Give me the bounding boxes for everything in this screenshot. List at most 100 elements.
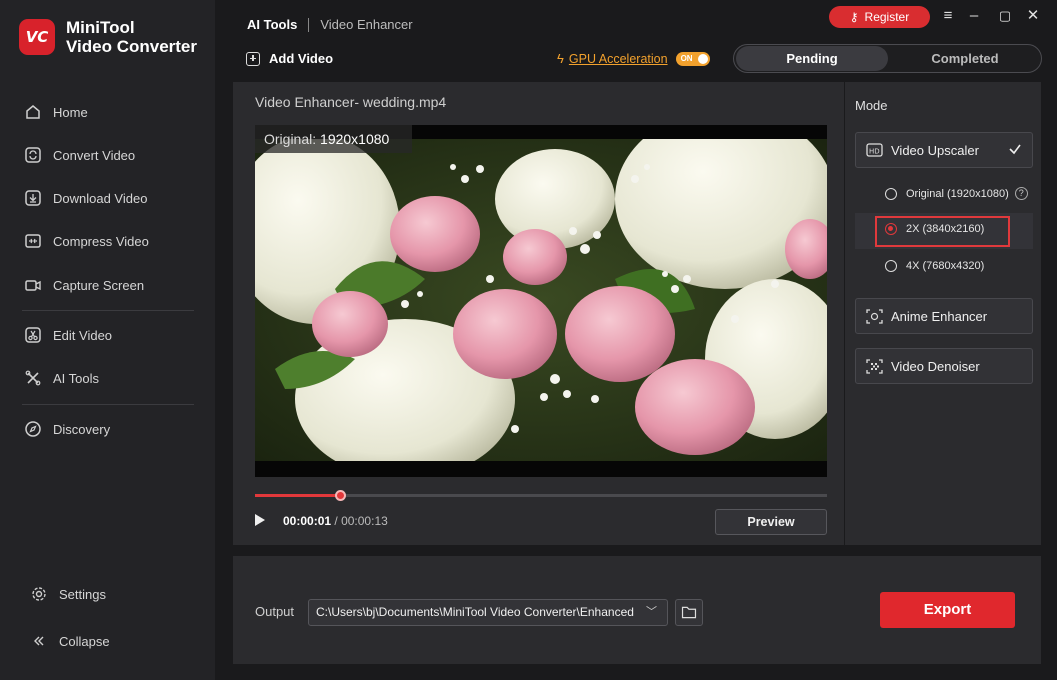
add-video-label: Add Video bbox=[269, 51, 334, 66]
sidebar-settings[interactable]: Settings bbox=[30, 584, 106, 604]
top-bar: AI Tools Video Enhancer Add Video ϟ GPU … bbox=[215, 0, 1057, 80]
anime-enhancer-label: Anime Enhancer bbox=[891, 308, 988, 324]
double-chevron-left-icon bbox=[30, 632, 48, 650]
option-4x-label: 4X (7680x4320) bbox=[906, 260, 985, 272]
denoiser-icon bbox=[866, 358, 883, 374]
output-bar: Output C:\Users\bj\Documents\MiniTool Vi… bbox=[233, 556, 1041, 664]
help-icon[interactable]: ? bbox=[1014, 187, 1028, 200]
sidebar: VC MiniTool Video Converter Home Convert… bbox=[0, 0, 215, 680]
option-2x[interactable]: 2X (3840x2160) bbox=[885, 223, 984, 235]
convert-icon bbox=[24, 146, 42, 164]
play-icon[interactable] bbox=[255, 514, 265, 526]
video-upscaler-label: Video Upscaler bbox=[891, 142, 979, 158]
add-icon bbox=[246, 51, 260, 66]
gear-icon bbox=[30, 585, 48, 603]
gpu-toggle-label: ON bbox=[680, 53, 693, 63]
open-folder-button[interactable] bbox=[675, 599, 703, 626]
original-resolution-label: Original: 1920x1080 bbox=[255, 125, 412, 153]
video-upscaler-button[interactable]: HD Video Upscaler bbox=[855, 132, 1033, 168]
sidebar-item-discovery[interactable]: Discovery bbox=[24, 419, 110, 439]
download-icon bbox=[24, 189, 42, 207]
gpu-acceleration-link[interactable]: GPU Acceleration bbox=[569, 52, 668, 66]
sidebar-collapse[interactable]: Collapse bbox=[30, 631, 110, 651]
app-logo: VC bbox=[19, 19, 55, 55]
sidebar-item-label: Download Video bbox=[53, 190, 148, 206]
brand-line-1: MiniTool bbox=[66, 18, 135, 37]
folder-icon bbox=[681, 606, 697, 619]
video-denoiser-button[interactable]: Video Denoiser bbox=[855, 348, 1033, 384]
video-denoiser-label: Video Denoiser bbox=[891, 358, 980, 374]
scissors-icon bbox=[24, 326, 42, 344]
sidebar-item-ai-tools[interactable]: AI Tools bbox=[24, 368, 99, 388]
video-frame[interactable]: Original: 1920x1080 bbox=[255, 125, 827, 477]
settings-label: Settings bbox=[59, 586, 106, 602]
preview-button[interactable]: Preview bbox=[715, 509, 827, 535]
menu-icon[interactable]: ≡ bbox=[941, 8, 955, 24]
anime-enhancer-button[interactable]: Anime Enhancer bbox=[855, 298, 1033, 334]
sidebar-item-download-video[interactable]: Download Video bbox=[24, 188, 147, 208]
option-original-label: Original (1920x1080) bbox=[906, 187, 1009, 200]
add-video-button[interactable]: Add Video bbox=[246, 51, 333, 66]
register-button[interactable]: ⚷ Register bbox=[829, 6, 930, 28]
chevron-down-icon: ﹀ bbox=[646, 606, 657, 618]
minimize-icon[interactable]: – bbox=[967, 8, 981, 24]
sidebar-item-label: Capture Screen bbox=[53, 277, 145, 293]
brand-name: MiniTool Video Converter bbox=[66, 18, 197, 56]
current-time: 00:00:01 bbox=[283, 514, 332, 528]
brand: VC MiniTool Video Converter bbox=[19, 18, 197, 56]
mode-panel: Mode HD Video Upscaler Original (1920x10… bbox=[845, 82, 1041, 545]
tab-completed[interactable]: Completed bbox=[889, 46, 1041, 71]
key-icon: ⚷ bbox=[849, 10, 859, 24]
checkmark-icon bbox=[1009, 144, 1021, 155]
radio-4x[interactable] bbox=[885, 260, 897, 272]
breadcrumb-root[interactable]: AI Tools bbox=[247, 17, 297, 32]
sidebar-item-label: Edit Video bbox=[53, 327, 113, 343]
total-time: 00:00:13 bbox=[341, 514, 388, 528]
progress-bar[interactable] bbox=[255, 490, 827, 501]
sidebar-item-compress-video[interactable]: Compress Video bbox=[24, 231, 149, 251]
sidebar-item-convert-video[interactable]: Convert Video bbox=[24, 145, 135, 165]
compress-icon bbox=[24, 232, 42, 250]
original-prefix: Original: bbox=[264, 131, 317, 147]
original-resolution: 1920x1080 bbox=[320, 131, 390, 147]
anime-enhancer-icon bbox=[866, 308, 883, 324]
gpu-toggle[interactable]: ON bbox=[675, 51, 710, 66]
output-path: C:\Users\bj\Documents\MiniTool Video Con… bbox=[316, 605, 634, 619]
breadcrumb-current: Video Enhancer bbox=[320, 17, 413, 32]
logo-text: VC bbox=[25, 28, 49, 46]
camera-icon bbox=[24, 276, 42, 294]
sidebar-item-label: Compress Video bbox=[53, 233, 149, 249]
sidebar-item-label: Discovery bbox=[53, 421, 111, 437]
maximize-icon[interactable]: ▢ bbox=[998, 8, 1012, 24]
task-tabs: Pending Completed bbox=[733, 44, 1042, 73]
hd-icon: HD bbox=[866, 142, 883, 157]
sidebar-divider bbox=[22, 310, 194, 311]
option-2x-label: 2X (3840x2160) bbox=[906, 223, 985, 235]
option-4x[interactable]: 4X (7680x4320) bbox=[885, 260, 984, 272]
tab-pending[interactable]: Pending bbox=[736, 46, 888, 71]
sidebar-item-capture-screen[interactable]: Capture Screen bbox=[24, 275, 144, 295]
video-thumbnail bbox=[255, 139, 827, 461]
breadcrumb: AI Tools Video Enhancer bbox=[247, 17, 413, 32]
sidebar-item-label: AI Tools bbox=[53, 370, 100, 386]
preview-panel: Video Enhancer- wedding.mp4 Original: 19… bbox=[233, 82, 844, 545]
output-path-select[interactable]: C:\Users\bj\Documents\MiniTool Video Con… bbox=[308, 599, 668, 626]
progress-fill bbox=[255, 494, 340, 497]
radio-original[interactable] bbox=[885, 187, 897, 200]
compass-icon bbox=[24, 420, 42, 438]
export-button[interactable]: Export bbox=[880, 592, 1015, 628]
radio-2x[interactable] bbox=[885, 223, 897, 235]
option-original[interactable]: Original (1920x1080) ? bbox=[885, 187, 1028, 200]
time-separator: / bbox=[334, 514, 338, 528]
sidebar-divider bbox=[22, 404, 194, 405]
sidebar-item-home[interactable]: Home bbox=[24, 102, 88, 122]
breadcrumb-separator bbox=[308, 17, 310, 32]
progress-thumb[interactable] bbox=[334, 490, 346, 501]
time-display: 00:00:01 / 00:00:13 bbox=[283, 514, 388, 528]
close-icon[interactable]: ✕ bbox=[1026, 8, 1040, 24]
sidebar-item-edit-video[interactable]: Edit Video bbox=[24, 325, 112, 345]
home-icon bbox=[24, 103, 42, 121]
ai-tools-icon bbox=[24, 369, 42, 387]
video-title: Video Enhancer- wedding.mp4 bbox=[255, 94, 447, 110]
toggle-knob bbox=[697, 53, 708, 64]
